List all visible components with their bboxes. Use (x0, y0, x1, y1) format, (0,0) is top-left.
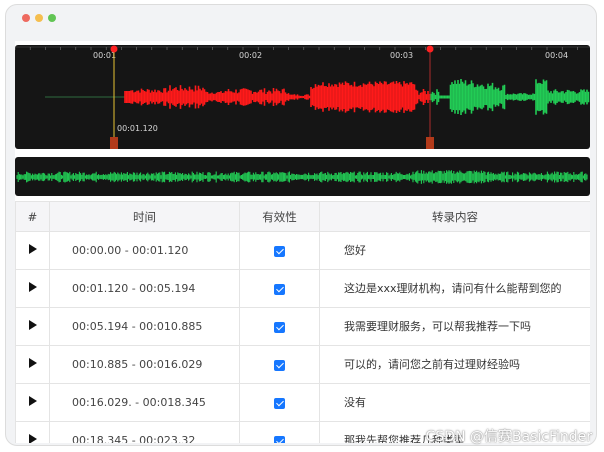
table-header-row: # 时间 有效性 转录内容 (15, 201, 590, 232)
text-column-header: 转录内容 (319, 201, 590, 232)
table-row[interactable]: 00:00.00 - 00:01.120 您好 (15, 231, 590, 270)
table-row[interactable]: 00:05.194 - 00:010.885 我需要理财服务，可以帮我推荐一下吗 (15, 307, 590, 346)
minimize-window-button[interactable] (35, 14, 43, 22)
play-icon[interactable] (28, 320, 37, 330)
region-end-drag-handle[interactable] (426, 137, 434, 149)
transcript-text[interactable]: 我需要理财服务，可以帮我推荐一下吗 (319, 307, 590, 346)
valid-checkbox[interactable] (274, 359, 285, 371)
table-row[interactable]: 00:01.120 - 00:05.194 这边是xxx理财机构，请问有什么能帮… (15, 269, 590, 308)
play-icon[interactable] (28, 244, 37, 254)
close-window-button[interactable] (22, 14, 30, 22)
segment-time: 00:05.194 - 00:010.885 (49, 307, 240, 346)
region-start-handle[interactable] (110, 45, 118, 53)
valid-column-header: 有效性 (239, 201, 320, 232)
waveform-overview[interactable] (15, 157, 590, 196)
play-icon[interactable] (28, 358, 37, 368)
overview-canvas[interactable] (15, 157, 590, 196)
valid-checkbox[interactable] (274, 321, 285, 333)
watermark: CSDN @信赛BasicFinder (425, 429, 592, 445)
index-column-header: # (15, 201, 50, 232)
play-icon[interactable] (28, 396, 37, 406)
app-window: 00:01 00:02 00:03 00:04 00:01.120 # 时间 有… (5, 4, 597, 446)
time-tick-label: 00:04 (545, 51, 568, 60)
waveform-canvas[interactable]: 00:01 00:02 00:03 00:04 00:01.120 (15, 45, 590, 149)
cursor-time-readout: 00:01.120 (117, 124, 158, 133)
time-tick-label: 00:02 (239, 51, 262, 60)
time-column-header: 时间 (49, 201, 240, 232)
waveform-editor[interactable]: 00:01 00:02 00:03 00:04 00:01.120 (15, 45, 590, 149)
time-tick-label: 00:03 (390, 51, 413, 60)
play-icon[interactable] (28, 434, 37, 443)
valid-checkbox[interactable] (274, 283, 285, 295)
valid-checkbox[interactable] (274, 397, 285, 409)
annotation-panel: 00:01 00:02 00:03 00:04 00:01.120 # 时间 有… (15, 41, 590, 443)
region-start-drag-handle[interactable] (110, 137, 118, 149)
valid-checkbox[interactable] (274, 245, 285, 257)
table-row[interactable]: 00:10.885 - 00:016.029 可以的，请问您之前有过理财经验吗 (15, 345, 590, 384)
transcript-table: # 时间 有效性 转录内容 00:00.00 - 00:01.120 您好 00… (15, 201, 590, 443)
transcript-text[interactable]: 您好 (319, 231, 590, 270)
segment-time: 00:00.00 - 00:01.120 (49, 231, 240, 270)
region-end-handle[interactable] (426, 45, 434, 53)
title-bar (6, 5, 596, 37)
table-row[interactable]: 00:16.029. - 00:018.345 没有 (15, 383, 590, 422)
transcript-text[interactable]: 可以的，请问您之前有过理财经验吗 (319, 345, 590, 384)
segment-time: 00:18.345 - 00:023.32 (49, 421, 240, 443)
segment-time: 00:10.885 - 00:016.029 (49, 345, 240, 384)
segment-time: 00:01.120 - 00:05.194 (49, 269, 240, 308)
maximize-window-button[interactable] (48, 14, 56, 22)
time-tick-label: 00:01 (93, 51, 116, 60)
segment-time: 00:16.029. - 00:018.345 (49, 383, 240, 422)
transcript-text[interactable]: 没有 (319, 383, 590, 422)
valid-checkbox[interactable] (274, 435, 285, 443)
play-icon[interactable] (28, 282, 37, 292)
transcript-text[interactable]: 这边是xxx理财机构，请问有什么能帮到您的 (319, 269, 590, 308)
